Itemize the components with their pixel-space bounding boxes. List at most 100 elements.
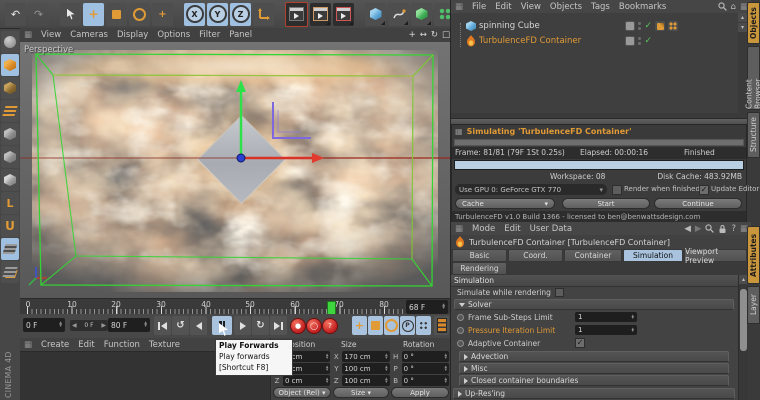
record-scale-toggle[interactable] <box>368 316 383 335</box>
adaptive-container-checkbox[interactable]: ✓ <box>575 338 585 348</box>
size-x-field[interactable]: 170 cm ▴ ▾ <box>342 351 390 362</box>
menu-tags[interactable]: Tags <box>591 2 610 12</box>
current-frame-marker[interactable] <box>327 301 336 315</box>
viewport-canvas[interactable]: Perspective <box>20 42 450 298</box>
redo-button[interactable]: ↷ <box>28 2 49 26</box>
rotate-view-icon[interactable]: ↻ <box>431 30 438 40</box>
scroll-down-icon[interactable]: ▾ <box>738 23 747 32</box>
model-mode-button[interactable] <box>1 54 19 76</box>
play-backwards-button[interactable]: ↺ <box>172 316 189 335</box>
render-view-button[interactable] <box>285 1 308 27</box>
last-tool-button[interactable]: + <box>152 2 173 26</box>
coordinate-system-button[interactable] <box>253 2 274 26</box>
rotation-b-field[interactable]: 0 ° ▴ ▾ <box>401 375 449 386</box>
menu-filter[interactable]: Filter <box>199 30 220 40</box>
layer-toggle[interactable] <box>625 21 636 31</box>
keyframe-selection-button[interactable]: ? <box>322 318 338 334</box>
autokeying-button[interactable]: ◯ <box>306 318 322 334</box>
lock-z-axis-button[interactable]: Z <box>230 2 251 26</box>
preview-range-slider[interactable]: ◀ 0 F ▶ <box>70 320 108 331</box>
layer-toggle[interactable] <box>625 36 636 46</box>
gpu-dropdown[interactable]: Use GPU 0: GeForce GTX 770 ▾ <box>455 184 607 195</box>
advection-group[interactable]: Advection <box>459 351 729 362</box>
tab-simulation[interactable]: Simulation <box>623 249 683 262</box>
record-rotation-toggle[interactable] <box>384 316 399 335</box>
start-button[interactable]: Start <box>562 198 650 209</box>
tab-basic[interactable]: Basic <box>452 249 507 262</box>
texture-mode-button[interactable] <box>1 77 19 99</box>
tab-coord[interactable]: Coord. <box>508 249 563 262</box>
menu-texture[interactable]: Texture <box>149 340 180 350</box>
search-icon[interactable] <box>705 224 715 233</box>
menu-function[interactable]: Function <box>104 340 140 350</box>
view-label[interactable]: Perspective <box>24 45 73 55</box>
size-y-field[interactable]: 100 cm ▴ ▾ <box>342 363 390 374</box>
simulate-while-rendering-checkbox[interactable] <box>554 288 564 297</box>
lock-workplane-button[interactable] <box>1 238 19 260</box>
object-row-turbulencefd-container[interactable]: TurbulenceFD Container ✓ <box>451 34 738 48</box>
menu-objects[interactable]: Objects <box>550 2 582 12</box>
goto-end-button[interactable] <box>270 316 287 335</box>
size-z-field[interactable]: 100 cm ▴ ▾ <box>342 375 390 386</box>
side-tab-attributes[interactable]: Attributes <box>747 226 760 284</box>
menu-edit[interactable]: Edit <box>495 2 511 12</box>
object-row-spinning-cube[interactable]: spinning Cube ✓ <box>451 19 738 33</box>
edges-mode-button[interactable] <box>1 146 19 168</box>
position-z-field[interactable]: 0 cm ▴ ▾ <box>283 375 331 386</box>
pressure-iteration-field[interactable]: 1 ▴ ▾ <box>575 325 637 335</box>
object-label[interactable]: spinning Cube <box>479 21 540 31</box>
pan-view-icon[interactable]: + <box>409 30 416 40</box>
scrollbar-thumb[interactable] <box>740 289 747 351</box>
add-spline-button[interactable] <box>388 2 409 26</box>
bookmark-home-icon[interactable]: ⌂ <box>731 2 736 12</box>
side-tab-structure[interactable]: Structure <box>747 112 760 158</box>
snap-button[interactable]: U <box>1 215 19 237</box>
lock-icon[interactable] <box>718 224 727 234</box>
add-generator-button[interactable] <box>411 2 432 26</box>
misc-group[interactable]: Misc <box>459 363 729 374</box>
menu-create[interactable]: Create <box>41 340 69 350</box>
history-forward-icon[interactable]: ▶ <box>695 224 702 234</box>
polygons-mode-button[interactable] <box>1 169 19 191</box>
record-position-toggle[interactable]: + <box>352 316 367 335</box>
menu-bookmarks[interactable]: Bookmarks <box>619 2 667 12</box>
menu-options[interactable]: Options <box>157 30 190 40</box>
menu-mode[interactable]: Mode <box>472 224 495 234</box>
align-workplane-button[interactable] <box>1 261 19 283</box>
size-mode-dropdown[interactable]: Size ▾ <box>333 387 389 398</box>
search-icon[interactable] <box>717 2 727 11</box>
menu-display[interactable]: Display <box>117 30 148 40</box>
end-frame-field[interactable]: 80 F ▴ ▾ <box>108 318 150 332</box>
lock-x-axis-button[interactable]: X <box>184 2 205 26</box>
frame-substeps-field[interactable]: 1 ▴ ▾ <box>575 312 637 322</box>
menu-user-data[interactable]: User Data <box>530 224 572 234</box>
tab-container[interactable]: Container <box>564 249 622 262</box>
cache-dropdown[interactable]: Cache ▾ <box>455 198 555 209</box>
loop-playback-button[interactable]: ↻ <box>252 316 269 335</box>
scale-tool-button[interactable] <box>106 2 127 26</box>
menu-view[interactable]: View <box>521 2 541 12</box>
current-frame-field[interactable]: 68 F ▴ ▾ <box>406 300 448 314</box>
help-icon[interactable]: ? <box>731 224 736 234</box>
record-parameter-toggle[interactable]: P <box>400 316 415 335</box>
phong-tag-icon[interactable] <box>668 21 678 31</box>
side-tab-content-browser[interactable]: Content Browser <box>745 46 760 110</box>
coordinate-mode-dropdown[interactable]: Object (Rel) ▾ <box>273 387 331 398</box>
record-pla-toggle[interactable] <box>416 316 431 335</box>
visibility-dots[interactable] <box>638 37 642 45</box>
solver-group-header[interactable]: Solver <box>454 299 734 310</box>
goto-start-button[interactable] <box>154 316 171 335</box>
rotation-h-field[interactable]: 0 ° ▴ ▾ <box>401 351 449 362</box>
update-editor-checkbox[interactable]: ✓ <box>699 185 709 195</box>
axis-mode-button[interactable]: L <box>1 192 19 214</box>
points-mode-button[interactable] <box>1 123 19 145</box>
previous-frame-button[interactable] <box>190 316 207 335</box>
make-editable-button[interactable] <box>1 31 19 53</box>
side-tab-objects[interactable]: Objects <box>747 2 760 44</box>
menu-file[interactable]: File <box>472 2 486 12</box>
render-when-finished-checkbox[interactable] <box>612 185 622 195</box>
maximize-view-icon[interactable]: □ <box>442 30 450 40</box>
open-timeline-button[interactable] <box>434 316 449 335</box>
start-frame-field[interactable]: 0 F ▴ ▾ <box>23 318 65 332</box>
scroll-up-icon[interactable]: ▴ <box>738 13 747 22</box>
